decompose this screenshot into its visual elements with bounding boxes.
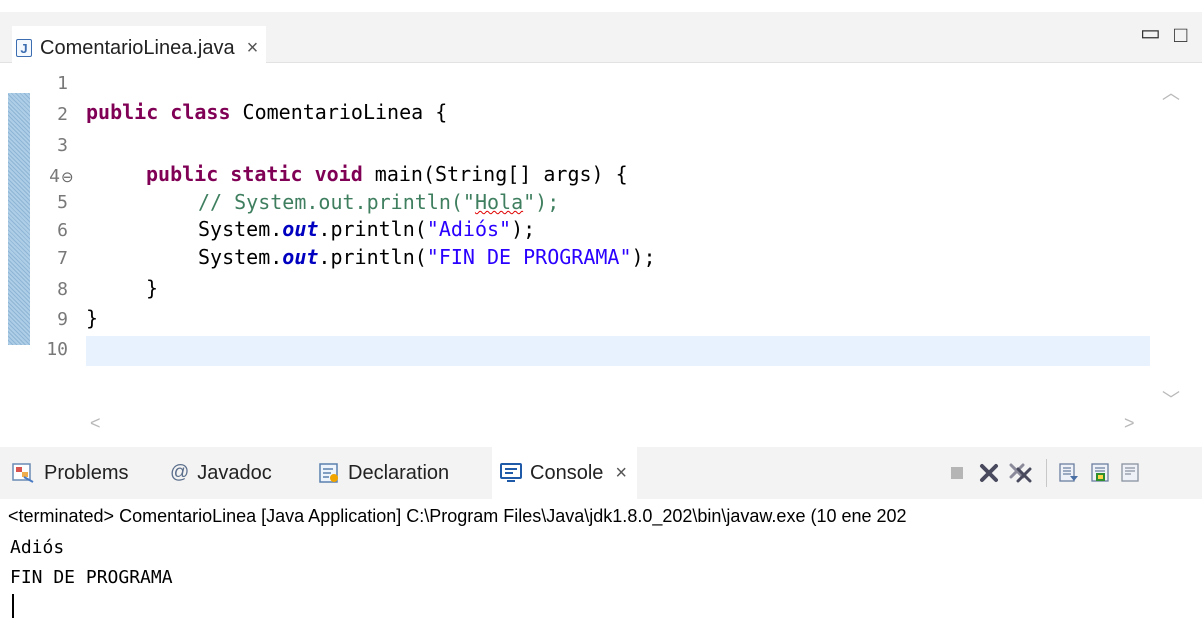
code-line-2: public class ComentarioLinea { — [86, 100, 448, 124]
terminate-icon[interactable] — [944, 460, 970, 486]
close-icon[interactable]: × — [615, 462, 627, 485]
console-output-line: FIN DE PROGRAMA — [10, 567, 173, 588]
line-number: 1 — [57, 73, 68, 94]
console-status: <terminated> ComentarioLinea [Java Appli… — [8, 506, 907, 526]
code-line-6: System.out.println("Adiós"); — [198, 217, 536, 241]
scroll-down-icon[interactable]: ﹀ — [1162, 386, 1180, 412]
editor-tab-bar: J ComentarioLinea.java × ▭ □ — [0, 12, 1202, 70]
line-number: 6 — [57, 220, 68, 241]
at-icon: @ — [170, 462, 190, 483]
change-ruler-marker — [8, 93, 30, 345]
problems-icon — [12, 462, 36, 484]
minimize-icon[interactable]: ▭ — [1140, 20, 1161, 46]
misspelled-word: Hola — [474, 190, 524, 214]
scroll-right-icon[interactable]: > — [1124, 413, 1135, 434]
line-number: 10 — [46, 339, 68, 360]
remove-all-terminated-icon[interactable] — [1008, 460, 1034, 486]
console-output-line: Adiós — [10, 537, 65, 558]
scroll-left-icon[interactable]: < — [90, 413, 101, 434]
code-line-4: public static void main(String[] args) { — [146, 162, 628, 186]
code-line-7: System.out.println("FIN DE PROGRAMA"); — [198, 245, 656, 269]
view-tab-bar: Problems @ Javadoc Declaration Console × — [0, 447, 1202, 499]
maximize-icon[interactable]: □ — [1174, 22, 1187, 48]
toolbar-separator — [1046, 459, 1047, 487]
line-number: 9 — [57, 309, 68, 330]
line-number: 2 — [57, 104, 68, 125]
tab-problems[interactable]: Problems — [12, 447, 128, 499]
tab-javadoc[interactable]: @ Javadoc — [170, 447, 272, 499]
pin-console-icon[interactable] — [1118, 460, 1144, 486]
tab-problems-label: Problems — [44, 461, 129, 484]
close-icon[interactable]: × — [247, 37, 259, 60]
tab-console-label: Console — [530, 461, 604, 484]
tab-declaration[interactable]: Declaration — [318, 447, 449, 499]
tab-javadoc-label: Javadoc — [197, 461, 272, 484]
line-number: 4 — [49, 166, 60, 187]
code-line-8: } — [146, 276, 159, 300]
tab-declaration-label: Declaration — [348, 461, 450, 484]
scroll-up-icon[interactable]: ︿ — [1162, 79, 1180, 105]
current-line-highlight — [86, 336, 1150, 366]
fold-collapse-icon[interactable]: ⊖ — [61, 168, 74, 186]
editor-tab-title: ComentarioLinea.java — [40, 36, 235, 59]
java-file-icon: J — [16, 39, 32, 57]
console-caret[interactable] — [12, 594, 14, 618]
line-number: 5 — [57, 192, 68, 213]
line-number: 3 — [57, 135, 68, 156]
code-line-9: } — [86, 306, 99, 330]
word-wrap-icon[interactable] — [1088, 460, 1114, 486]
line-number: 8 — [57, 279, 68, 300]
code-editor[interactable]: 1 2 3 4 ⊖ 5 6 7 8 9 10 public class Come… — [0, 63, 1202, 435]
declaration-icon — [318, 462, 340, 484]
line-number: 7 — [57, 248, 68, 269]
console-icon — [500, 463, 522, 483]
scroll-lock-icon[interactable] — [1056, 460, 1082, 486]
code-line-5: // System.out.println("Hola"); — [198, 190, 560, 214]
tab-console[interactable]: Console × — [492, 447, 638, 499]
remove-launch-icon[interactable] — [976, 460, 1002, 486]
